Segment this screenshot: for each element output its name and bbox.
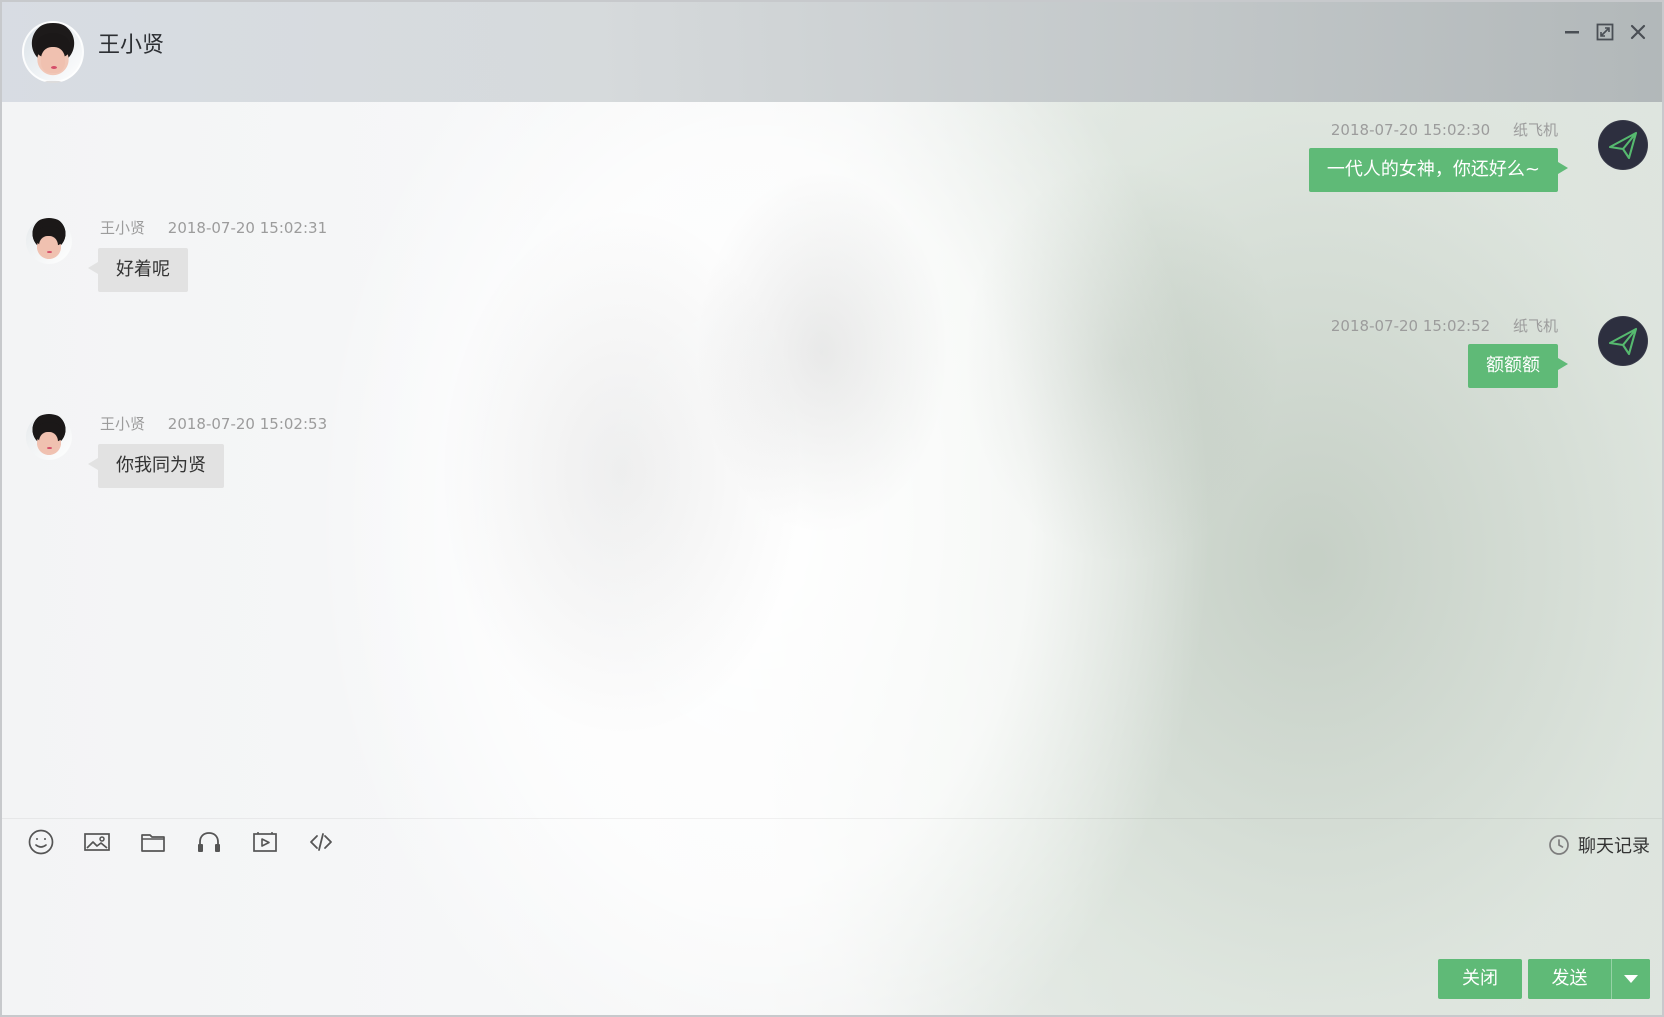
headphones-icon[interactable] [194, 827, 224, 857]
message-bubble: 额额额 [1468, 344, 1568, 388]
message-sender: 王小贤 [100, 219, 146, 237]
title-bar: 王小贤 [2, 2, 1662, 102]
message-bubble: 一代人的女神，你还好么~ [1308, 148, 1569, 192]
message-item: 2018-07-20 15:02:52 纸飞机 额额额 [1331, 316, 1648, 388]
chat-title: 王小贤 [98, 33, 165, 58]
message-time: 2018-07-20 15:02:52 [1330, 317, 1491, 335]
chat-messages: 2018-07-20 15:02:30 纸飞机 一代人的女神，你还好么~ 王小贤… [2, 102, 1662, 818]
send-options-button[interactable] [1612, 959, 1650, 999]
window-controls [1562, 22, 1648, 42]
contact-avatar [22, 21, 84, 83]
close-button[interactable]: 关闭 [1438, 959, 1522, 999]
message-input-area[interactable] [2, 866, 1662, 986]
avatar-lip [51, 66, 57, 69]
paper-plane-avatar [1598, 120, 1648, 170]
paper-plane-icon [1608, 131, 1638, 160]
paper-plane-avatar [1598, 316, 1648, 366]
message-sender: 纸飞机 [1512, 121, 1558, 139]
avatar-face [41, 47, 65, 73]
avatar-face [39, 236, 58, 257]
code-icon[interactable] [306, 827, 336, 857]
maximize-icon[interactable] [1595, 22, 1615, 42]
message-bubble: 你我同为贤 [88, 444, 224, 488]
input-toolbar [26, 824, 336, 860]
contact-avatar-small [26, 218, 72, 264]
message-meta: 王小贤 2018-07-20 15:02:53 [100, 414, 327, 434]
message-sender: 王小贤 [100, 415, 146, 433]
message-sender: 纸飞机 [1512, 317, 1558, 335]
close-icon[interactable] [1628, 22, 1648, 42]
contact-avatar-small [26, 414, 72, 460]
avatar-lip [47, 251, 52, 253]
minimize-icon[interactable] [1562, 22, 1582, 42]
chat-history-label: 聊天记录 [1578, 836, 1650, 857]
message-time: 2018-07-20 15:02:53 [167, 415, 328, 433]
paper-plane-icon [1608, 327, 1638, 356]
message-meta: 王小贤 2018-07-20 15:02:31 [100, 218, 327, 238]
image-icon[interactable] [82, 827, 112, 857]
video-icon[interactable] [250, 827, 280, 857]
emoji-icon[interactable] [26, 827, 56, 857]
send-button-group: 发送 [1528, 959, 1650, 999]
message-time: 2018-07-20 15:02:31 [167, 219, 328, 237]
message-time: 2018-07-20 15:02:30 [1330, 121, 1491, 139]
message-item: 2018-07-20 15:02:30 纸飞机 一代人的女神，你还好么~ [1308, 120, 1648, 192]
chat-history-button[interactable]: 聊天记录 [1548, 832, 1650, 858]
folder-icon[interactable] [138, 827, 168, 857]
message-bubble: 好着呢 [88, 248, 188, 292]
chat-window: 王小贤 2018-07-20 15:02:30 纸飞机 一代人的女神，你还好么~… [0, 0, 1664, 1017]
avatar-lip [47, 447, 52, 449]
clock-icon [1549, 835, 1569, 855]
avatar-face [39, 432, 58, 453]
footer-buttons: 关闭 发送 [1438, 959, 1650, 999]
send-button[interactable]: 发送 [1528, 959, 1612, 999]
toolbar-separator [2, 818, 1662, 819]
